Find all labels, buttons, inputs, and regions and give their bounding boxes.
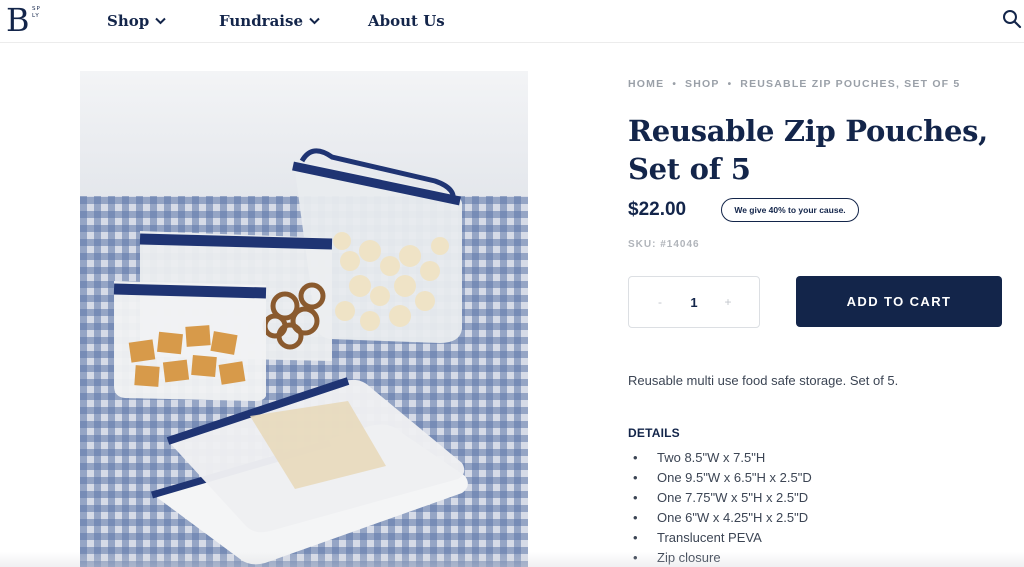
nav-about-us[interactable]: About Us bbox=[368, 12, 445, 30]
product-photo-illustration bbox=[80, 71, 528, 567]
quantity-increase-button[interactable]: + bbox=[722, 295, 734, 309]
nav-about-label: About Us bbox=[368, 12, 445, 30]
list-item: • One 9.5"W x 6.5"H x 2.5"D bbox=[633, 470, 812, 485]
list-item: • Two 8.5"W x 7.5"H bbox=[633, 450, 766, 465]
logo[interactable]: B SP LY bbox=[6, 3, 46, 39]
nav-fundraise-label: Fundraise bbox=[219, 12, 303, 30]
cause-badge: We give 40% to your cause. bbox=[721, 198, 859, 222]
list-item: • Zip closure bbox=[633, 550, 721, 565]
quantity-value[interactable]: 1 bbox=[690, 295, 697, 310]
breadcrumb-separator: • bbox=[727, 78, 733, 90]
search-icon[interactable] bbox=[1002, 9, 1022, 29]
logo-letter: B bbox=[6, 1, 30, 39]
breadcrumb-separator: • bbox=[672, 78, 678, 90]
add-to-cart-button[interactable]: ADD TO CART bbox=[796, 276, 1002, 327]
breadcrumb-shop[interactable]: SHOP bbox=[685, 78, 720, 90]
list-item: • One 6"W x 4.25"H x 2.5"D bbox=[633, 510, 809, 525]
nav-shop[interactable]: Shop bbox=[107, 12, 166, 30]
breadcrumb: HOME • SHOP • REUSABLE ZIP POUCHES, SET … bbox=[628, 78, 960, 90]
breadcrumb-home[interactable]: HOME bbox=[628, 78, 664, 90]
site-header: B SP LY Shop Fundraise About Us bbox=[0, 0, 1024, 43]
product-description: Reusable multi use food safe storage. Se… bbox=[628, 373, 899, 388]
list-item: • One 7.75"W x 5"H x 2.5"D bbox=[633, 490, 809, 505]
product-sku: SKU: #14046 bbox=[628, 239, 700, 250]
details-heading: DETAILS bbox=[628, 426, 680, 440]
list-item: • Translucent PEVA bbox=[633, 530, 762, 545]
product-image bbox=[80, 71, 528, 567]
chevron-down-icon bbox=[155, 17, 166, 25]
chevron-down-icon bbox=[309, 17, 320, 25]
logo-small-text: SP LY bbox=[32, 6, 41, 19]
breadcrumb-current: REUSABLE ZIP POUCHES, SET OF 5 bbox=[740, 78, 961, 90]
quantity-decrease-button[interactable]: - bbox=[654, 295, 666, 309]
product-title: Reusable Zip Pouches, Set of 5 bbox=[628, 114, 988, 186]
nav-fundraise[interactable]: Fundraise bbox=[219, 12, 320, 30]
quantity-stepper: - 1 + bbox=[628, 276, 760, 328]
product-price: $22.00 bbox=[628, 199, 687, 220]
nav-shop-label: Shop bbox=[107, 12, 150, 30]
details-list: • Two 8.5"W x 7.5"H • One 9.5"W x 6.5"H x … bbox=[633, 448, 812, 567]
